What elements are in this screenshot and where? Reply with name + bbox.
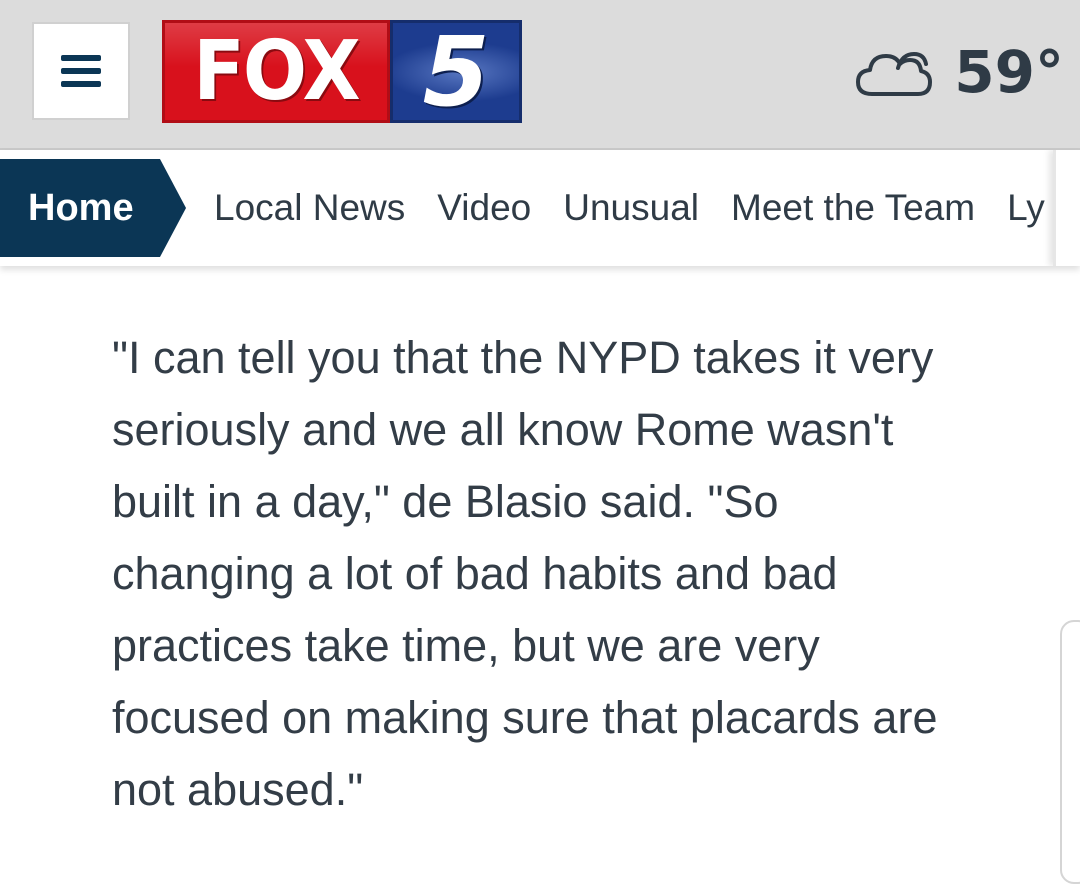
article-paragraph: "I can tell you that the NYPD takes it v…	[112, 332, 938, 815]
nav-scroll-edge	[1053, 150, 1080, 266]
logo-fox-text: FOX	[193, 23, 360, 119]
logo-fox-block: FOX	[162, 20, 390, 123]
temperature-label: 59°	[954, 38, 1064, 106]
site-header: FOX 5 59°	[0, 0, 1080, 150]
weather-widget[interactable]: 59°	[854, 32, 1064, 112]
cloud-icon	[856, 51, 933, 96]
nav-item-local-news[interactable]: Local News	[214, 187, 405, 229]
nav-item-video[interactable]: Video	[437, 187, 531, 229]
article-body: "I can tell you that the NYPD takes it v…	[112, 322, 962, 826]
main-nav: Home Local News Video Unusual Meet the T…	[0, 150, 1080, 266]
fox5-logo[interactable]: FOX 5	[162, 20, 522, 123]
nav-home-label: Home	[28, 186, 134, 229]
nav-item-unusual[interactable]: Unusual	[563, 187, 699, 229]
hamburger-menu-icon	[61, 55, 101, 87]
menu-button[interactable]	[32, 22, 130, 120]
side-scroll-handle[interactable]	[1060, 620, 1080, 884]
logo-five-text: 5	[422, 20, 490, 123]
nav-item-home[interactable]: Home	[0, 159, 186, 257]
logo-five-block: 5	[390, 20, 522, 123]
nav-item-meet-the-team[interactable]: Meet the Team	[731, 187, 975, 229]
nav-item-truncated[interactable]: Ly	[1007, 187, 1045, 229]
nav-items: Local News Video Unusual Meet the Team L…	[214, 159, 1077, 257]
